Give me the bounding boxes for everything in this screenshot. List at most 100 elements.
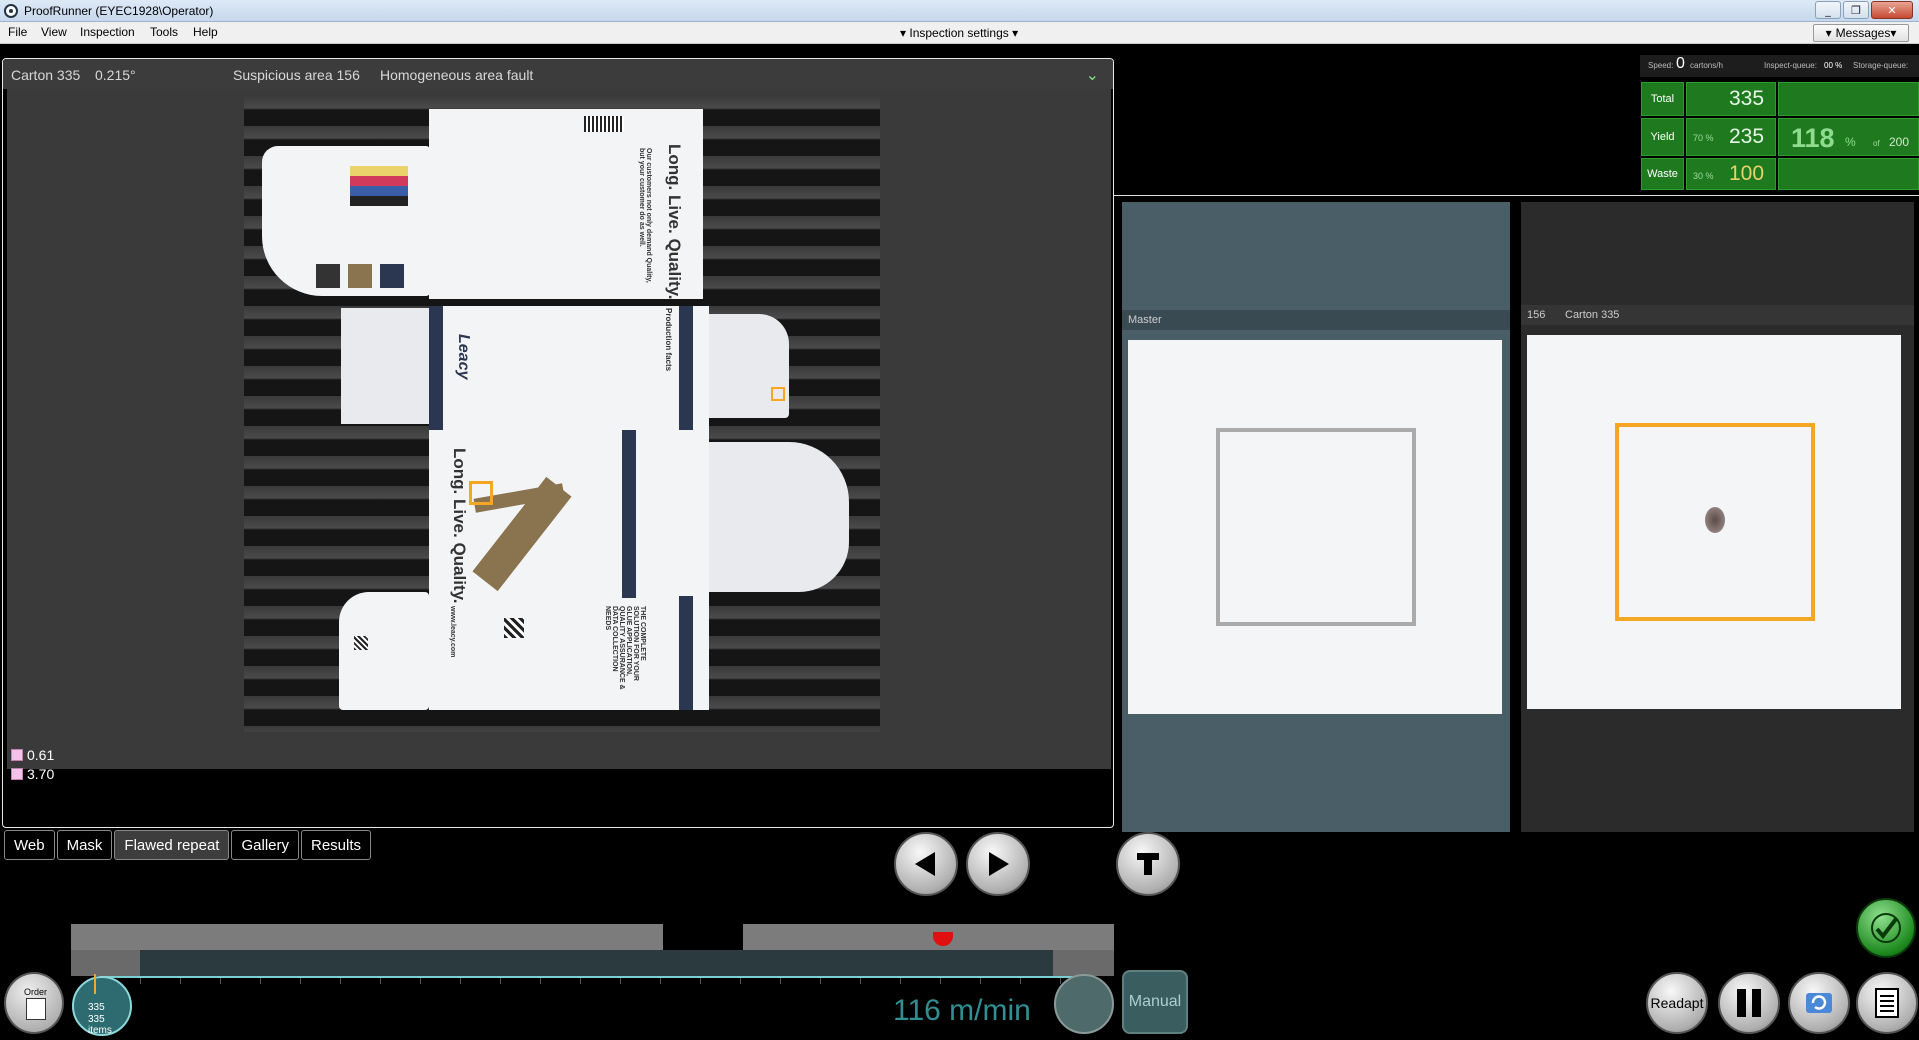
refresh-button[interactable] (1788, 972, 1850, 1034)
next-button[interactable] (966, 832, 1030, 896)
tab-gallery[interactable]: Gallery (231, 830, 299, 860)
barcode (584, 116, 624, 132)
tab-results[interactable]: Results (301, 830, 372, 860)
menu-inspection[interactable]: Inspection (80, 25, 135, 39)
speed-value: 0 (1676, 55, 1685, 72)
tab-flawed-repeat[interactable]: Flawed repeat (114, 830, 230, 860)
carton-navy-stripe (622, 430, 636, 598)
yield-ratio-value: 118 (1791, 123, 1835, 153)
total-extra-cell (1778, 82, 1919, 116)
waste-percent: 30 % (1693, 171, 1714, 181)
position-value: 335 (88, 1002, 105, 1013)
timeline-range[interactable] (140, 950, 1053, 976)
triangle-left-icon (915, 852, 935, 876)
total-label-cell: Total (1641, 82, 1684, 116)
waste-label: Waste (1647, 168, 1678, 180)
comparison-panel: Master 156 Carton 335 (1114, 195, 1919, 832)
carton-navy-stripe (429, 306, 443, 430)
menu-tools[interactable]: Tools (150, 25, 178, 39)
window-controls: _ ❐ ✕ (1813, 1, 1913, 19)
defect-spot (1705, 507, 1725, 533)
measure-icon (11, 768, 23, 780)
title-bar: ProofRunner (EYEC1928\Operator) _ ❐ ✕ (0, 0, 1919, 22)
pause-button[interactable] (1718, 972, 1780, 1034)
inspection-settings-dropdown[interactable]: ▾ Inspection settings ▾ (900, 26, 1018, 40)
measurement-row: 3.70 (11, 766, 54, 782)
carton-flap-right (709, 314, 789, 418)
readapt-button[interactable]: Readapt (1646, 972, 1708, 1034)
menu-help[interactable]: Help (193, 25, 218, 39)
area-id-label: 156 (1527, 309, 1546, 321)
suspicious-area-label: Suspicious area 156 (233, 67, 360, 83)
measurement-row: 0.61 (11, 747, 54, 763)
carton-image-viewport[interactable]: Long. Live. Quality. Our customers not o… (7, 89, 1111, 769)
carton-panel-front (429, 430, 709, 598)
view-tabs: Web Mask Flawed repeat Gallery Results (4, 830, 373, 860)
master-zoom-image[interactable] (1128, 340, 1502, 714)
measurement-value-1: 0.61 (27, 747, 55, 763)
yield-label-cell: Yield (1641, 118, 1684, 156)
pause-icon (1737, 989, 1761, 1017)
approve-button[interactable] (1856, 898, 1916, 958)
measure-icon (11, 749, 23, 761)
app-window: { "window": { "title": "ProofRunner (EYE… (0, 0, 1919, 1040)
timeline-segment (743, 924, 1114, 952)
target-value: 200 (1889, 135, 1910, 149)
inspection-settings-label: Inspection settings (909, 26, 1009, 40)
carton-navy-stripe (679, 596, 693, 710)
carton-brand-text: Leacy (455, 334, 472, 380)
menu-view[interactable]: View (41, 25, 67, 39)
carton-header: 156 Carton 335 (1521, 305, 1914, 325)
order-label: Order (24, 987, 48, 997)
carton-label: Carton 335 (11, 67, 81, 83)
app-logo-icon (4, 3, 18, 18)
carton-panel-top (429, 109, 703, 299)
order-button[interactable]: Order (4, 972, 64, 1034)
fault-marker-front[interactable] (469, 481, 493, 505)
previous-button[interactable] (894, 832, 958, 896)
report-button[interactable] (1856, 972, 1918, 1034)
fault-marker-flap[interactable] (771, 387, 785, 401)
messages-button[interactable]: ▾ Messages ▾ (1813, 24, 1909, 42)
carton-column: 156 Carton 335 (1521, 202, 1914, 832)
master-header: Master (1122, 310, 1510, 330)
inspection-panel: Carton 335 0.215° Suspicious area 156 Ho… (2, 58, 1114, 828)
messages-label: Messages (1835, 26, 1891, 40)
document-list-icon (1875, 988, 1899, 1018)
yield-label: Yield (1650, 131, 1675, 143)
fault-type-label: Homogeneous area fault (380, 67, 534, 83)
position-slider-handle[interactable]: 335 335 items (72, 974, 132, 1036)
waste-label-cell: Waste (1641, 158, 1684, 190)
manual-button[interactable]: Manual (1122, 970, 1188, 1034)
yield-percent: 70 % (1693, 133, 1714, 143)
timeline-end-handle[interactable] (1054, 974, 1114, 1034)
line-speed: 116 m/min (893, 994, 1031, 1027)
carton-zoom-image[interactable] (1527, 335, 1901, 709)
t-tool-icon (1137, 853, 1159, 875)
magenta-swatch (350, 176, 408, 186)
tab-mask[interactable]: Mask (56, 830, 113, 860)
menu-file[interactable]: File (8, 25, 27, 39)
timeline-ticks (100, 978, 1090, 984)
minimize-icon[interactable]: _ (1815, 1, 1841, 19)
close-icon[interactable]: ✕ (1871, 1, 1913, 19)
waste-value-cell: 30 % 100 (1686, 158, 1776, 190)
chevron-down-icon[interactable]: ⌄ (1086, 65, 1099, 85)
total-value: 335 (1729, 87, 1765, 110)
carton-slogan-text: Long. Live. Quality. (665, 144, 684, 300)
cyan-swatch (350, 186, 408, 196)
position-indicator (94, 974, 96, 994)
yield-ratio-cell: 118 % of 200 (1778, 118, 1919, 156)
carton-flap-left (341, 308, 429, 424)
restore-icon[interactable]: ❐ (1843, 1, 1869, 19)
total-value-cell: 335 (1686, 82, 1776, 116)
tab-web[interactable]: Web (4, 830, 55, 860)
position-items: 335 items (88, 1014, 112, 1036)
yellow-swatch (350, 166, 408, 176)
carton-flap-front-right (709, 442, 849, 592)
tool-t-button[interactable] (1116, 832, 1180, 896)
inspect-queue-label: Inspect-queue: (1764, 61, 1817, 70)
master-column: Master (1122, 202, 1510, 832)
carton-www-text: www.leacy.com (449, 606, 456, 658)
carton-flap-bottom-left (339, 592, 429, 710)
